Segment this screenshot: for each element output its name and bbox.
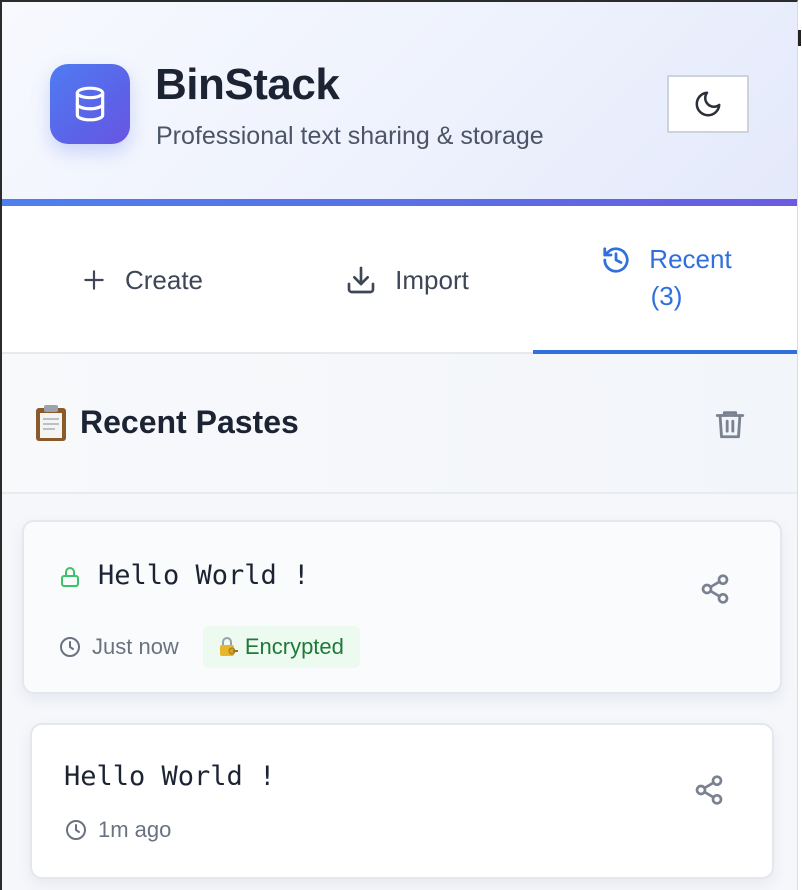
plus-icon (81, 267, 107, 293)
clipboard-icon (36, 405, 66, 441)
app-subtitle: Professional text sharing & storage (156, 122, 544, 150)
trash-icon (715, 411, 745, 439)
app-title: BinStack (155, 60, 340, 109)
share-button[interactable] (698, 572, 732, 606)
app-logo (50, 64, 130, 144)
recent-paste-list: Hello World ! Just now Encrypted Hello W… (2, 494, 797, 890)
history-icon (601, 245, 631, 275)
share-icon (701, 574, 729, 604)
share-icon (695, 775, 723, 805)
clock-icon (58, 635, 82, 659)
section-title: Recent Pastes (80, 404, 299, 440)
theme-toggle-button[interactable] (667, 75, 749, 133)
encrypted-badge-label: Encrypted (244, 634, 344, 659)
clear-history-button[interactable] (710, 404, 750, 444)
paste-meta: Just now Encrypted (58, 626, 360, 668)
tab-bar: Create Import Recent (3) (2, 206, 797, 354)
tab-recent-count: (3) (650, 281, 683, 311)
app-header: BinStack Professional text sharing & sto… (2, 2, 797, 200)
database-icon (75, 86, 105, 122)
paste-time: Just now (92, 634, 179, 659)
tab-create[interactable]: Create (42, 206, 242, 354)
tab-create-label: Create (124, 264, 204, 295)
download-icon (345, 264, 377, 296)
paste-title: Hello World ! (64, 761, 276, 792)
paste-meta: 1m ago (64, 817, 171, 843)
share-button[interactable] (692, 773, 726, 807)
window-edge (798, 0, 802, 890)
lock-icon (61, 567, 79, 587)
window-edge-marker (798, 30, 801, 46)
paste-time: 1m ago (98, 817, 172, 842)
list-item[interactable]: Hello World ! Just now Encrypted (22, 520, 782, 694)
moon-icon (695, 91, 721, 117)
tab-import[interactable]: Import (312, 206, 502, 354)
app-window: BinStack Professional text sharing & sto… (0, 0, 798, 890)
header-accent-bar (2, 199, 797, 206)
locked-with-key-icon (217, 636, 239, 658)
tab-import-label: Import (395, 264, 469, 295)
recent-pastes-header: Recent Pastes (2, 354, 797, 494)
tab-recent-label: Recent (649, 244, 732, 274)
list-item[interactable]: Hello World ! 1m ago (30, 723, 774, 879)
tab-recent[interactable]: Recent (3) (533, 206, 797, 354)
encrypted-badge: Encrypted (202, 626, 360, 668)
clock-icon (64, 818, 88, 842)
paste-title: Hello World ! (98, 560, 310, 591)
